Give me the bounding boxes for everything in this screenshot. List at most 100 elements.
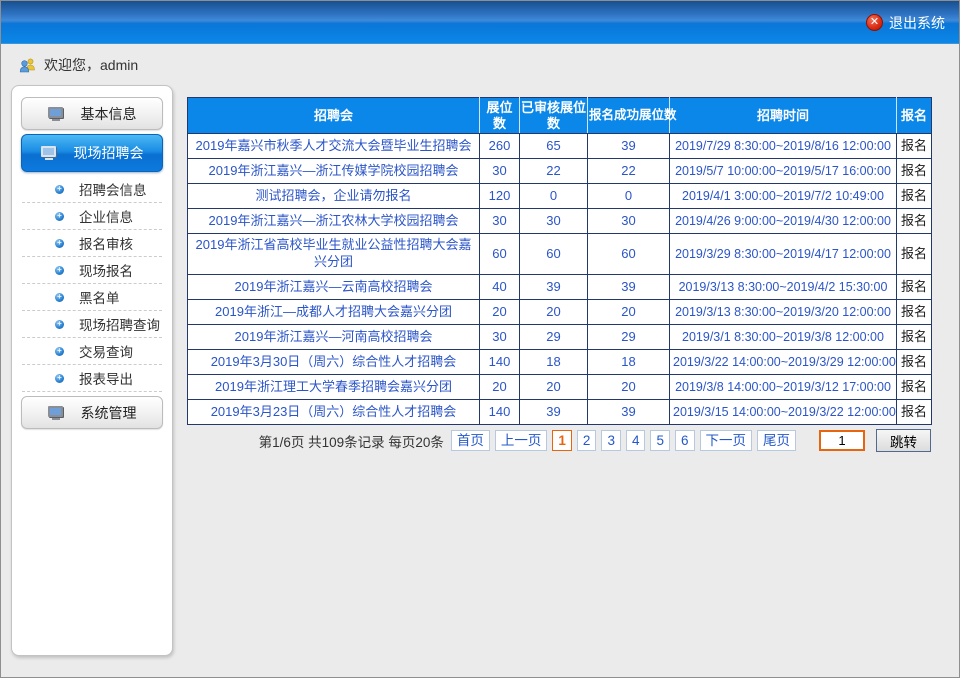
sidebar-item-system-admin[interactable]: 系统管理 (21, 396, 163, 429)
welcome-text: 欢迎您，admin (44, 55, 138, 75)
cell-booths: 30 (480, 209, 520, 234)
plus-ball-icon (55, 212, 64, 221)
sidebar-item-onsite-jobfair[interactable]: 现场招聘会 (21, 134, 163, 172)
sidebar-subitem-7[interactable]: 报表导出 (22, 365, 162, 392)
plus-ball-icon (55, 374, 64, 383)
cell-time: 2019/3/13 8:30:00~2019/3/20 12:00:00 (670, 299, 897, 324)
cell-booths: 120 (480, 184, 520, 209)
cell-action[interactable]: 报名 (897, 399, 932, 424)
sidebar-item-basic-info[interactable]: 基本信息 (21, 97, 163, 130)
page-button-2[interactable]: 2 (577, 430, 597, 451)
table-row: 2019年3月30日（周六）综合性人才招聘会14018182019/3/22 1… (188, 349, 932, 374)
table-row: 2019年浙江嘉兴—浙江传媒学院校园招聘会3022222019/5/7 10:0… (188, 159, 932, 184)
table-row: 2019年浙江嘉兴—浙江农林大学校园招聘会3030302019/4/26 9:0… (188, 209, 932, 234)
sidebar-button-label: 现场招聘会 (74, 143, 144, 163)
cell-name[interactable]: 测试招聘会，企业请勿报名 (188, 184, 480, 209)
cell-action[interactable]: 报名 (897, 299, 932, 324)
cell-name[interactable]: 2019年3月23日（周六）综合性人才招聘会 (188, 399, 480, 424)
sidebar-subitem-2[interactable]: 报名审核 (22, 230, 162, 257)
sidebar-subitem-4[interactable]: 黑名单 (22, 284, 162, 311)
monitor-icon (48, 107, 65, 121)
sidebar-subitem-5[interactable]: 现场招聘查询 (22, 311, 162, 338)
table-row: 2019年浙江理工大学春季招聘会嘉兴分团2020202019/3/8 14:00… (188, 374, 932, 399)
next-page-button[interactable]: 下一页 (700, 430, 753, 451)
plus-ball-icon (55, 347, 64, 356)
cell-name[interactable]: 2019年浙江嘉兴—浙江农林大学校园招聘会 (188, 209, 480, 234)
table-row: 2019年浙江省高校毕业生就业公益性招聘大会嘉兴分团6060602019/3/2… (188, 234, 932, 275)
cell-success: 30 (588, 209, 670, 234)
cell-name[interactable]: 2019年浙江省高校毕业生就业公益性招聘大会嘉兴分团 (188, 234, 480, 275)
cell-name[interactable]: 2019年浙江嘉兴—浙江传媒学院校园招聘会 (188, 159, 480, 184)
logout-button[interactable]: ✕ 退出系统 (866, 1, 945, 44)
sidebar-subitem-label: 企业信息 (79, 206, 133, 226)
cell-name[interactable]: 2019年浙江嘉兴—云南高校招聘会 (188, 274, 480, 299)
users-icon (19, 58, 37, 73)
cell-name[interactable]: 2019年嘉兴市秋季人才交流大会暨毕业生招聘会 (188, 134, 480, 159)
pagination-bar: 第1/6页 共109条记录 每页20条 首页 上一页 123456 下一页 尾页… (187, 429, 931, 452)
cell-time: 2019/4/26 9:00:00~2019/4/30 12:00:00 (670, 209, 897, 234)
first-page-button[interactable]: 首页 (451, 430, 490, 451)
jump-button[interactable]: 跳转 (876, 429, 931, 452)
cell-action[interactable]: 报名 (897, 234, 932, 275)
col-success: 报名成功展位数 (588, 98, 670, 134)
cell-booths: 140 (480, 399, 520, 424)
cell-action[interactable]: 报名 (897, 349, 932, 374)
table-row: 测试招聘会，企业请勿报名120002019/4/1 3:00:00~2019/7… (188, 184, 932, 209)
last-page-button[interactable]: 尾页 (757, 430, 796, 451)
cell-approved: 22 (520, 159, 588, 184)
cell-name[interactable]: 2019年浙江—成都人才招聘大会嘉兴分团 (188, 299, 480, 324)
cell-action[interactable]: 报名 (897, 184, 932, 209)
cell-success: 0 (588, 184, 670, 209)
cell-action[interactable]: 报名 (897, 274, 932, 299)
page-button-1[interactable]: 1 (552, 430, 572, 451)
sidebar-subitem-label: 黑名单 (79, 287, 120, 307)
monitor-icon (41, 146, 58, 160)
prev-page-button[interactable]: 上一页 (495, 430, 548, 451)
cell-name[interactable]: 2019年浙江嘉兴—河南高校招聘会 (188, 324, 480, 349)
cell-time: 2019/3/29 8:30:00~2019/4/17 12:00:00 (670, 234, 897, 275)
cell-success: 20 (588, 374, 670, 399)
table-row: 2019年浙江—成都人才招聘大会嘉兴分团2020202019/3/13 8:30… (188, 299, 932, 324)
page-button-4[interactable]: 4 (626, 430, 646, 451)
sidebar-subitem-label: 交易查询 (79, 341, 133, 361)
cell-name[interactable]: 2019年3月30日（周六）综合性人才招聘会 (188, 349, 480, 374)
sidebar-subitem-label: 报表导出 (79, 368, 133, 388)
sidebar-subitem-label: 招聘会信息 (79, 179, 147, 199)
cell-name[interactable]: 2019年浙江理工大学春季招聘会嘉兴分团 (188, 374, 480, 399)
cell-booths: 260 (480, 134, 520, 159)
cell-action[interactable]: 报名 (897, 209, 932, 234)
col-signup: 报名 (897, 98, 932, 134)
sidebar-submenu: 招聘会信息企业信息报名审核现场报名黑名单现场招聘查询交易查询报表导出 (12, 176, 172, 392)
page-button-3[interactable]: 3 (601, 430, 621, 451)
sidebar-subitem-6[interactable]: 交易查询 (22, 338, 162, 365)
cell-success: 22 (588, 159, 670, 184)
sidebar-button-label: 系统管理 (81, 403, 137, 423)
cell-action[interactable]: 报名 (897, 374, 932, 399)
cell-action[interactable]: 报名 (897, 134, 932, 159)
cell-approved: 30 (520, 209, 588, 234)
cell-booths: 30 (480, 324, 520, 349)
sidebar-subitem-3[interactable]: 现场报名 (22, 257, 162, 284)
cell-action[interactable]: 报名 (897, 324, 932, 349)
cell-success: 39 (588, 399, 670, 424)
sidebar-button-label: 基本信息 (81, 104, 137, 124)
cell-time: 2019/3/15 14:00:00~2019/3/22 12:00:00 (670, 399, 897, 424)
cell-time: 2019/5/7 10:00:00~2019/5/17 16:00:00 (670, 159, 897, 184)
sidebar-subitem-1[interactable]: 企业信息 (22, 203, 162, 230)
cell-action[interactable]: 报名 (897, 159, 932, 184)
cell-approved: 0 (520, 184, 588, 209)
jump-page-input[interactable] (819, 430, 865, 451)
cell-booths: 20 (480, 299, 520, 324)
sidebar-subitem-0[interactable]: 招聘会信息 (22, 176, 162, 203)
table-header: 招聘会 展位数 已审核展位数 报名成功展位数 招聘时间 报名 (188, 98, 932, 134)
cell-approved: 39 (520, 399, 588, 424)
plus-ball-icon (55, 185, 64, 194)
page-button-6[interactable]: 6 (675, 430, 695, 451)
close-icon: ✕ (866, 14, 883, 31)
page-button-5[interactable]: 5 (650, 430, 670, 451)
table-row: 2019年嘉兴市秋季人才交流大会暨毕业生招聘会26065392019/7/29 … (188, 134, 932, 159)
cell-booths: 140 (480, 349, 520, 374)
cell-approved: 20 (520, 299, 588, 324)
page-number-list: 123456 (552, 430, 694, 451)
pagination-info: 第1/6页 共109条记录 每页20条 (259, 431, 444, 451)
